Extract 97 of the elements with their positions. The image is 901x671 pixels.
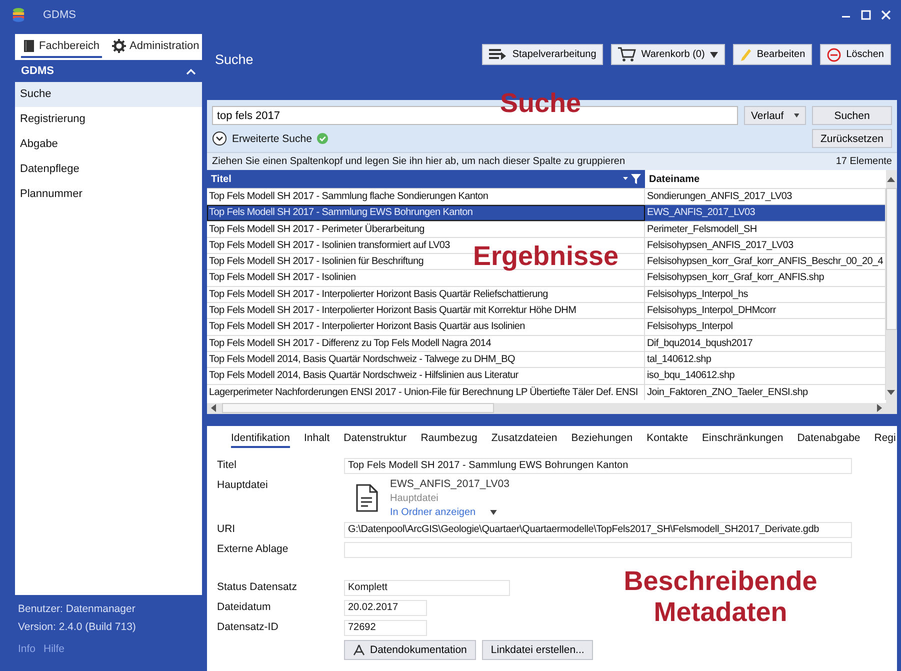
date-field[interactable]: 20.02.2017 [344, 600, 427, 616]
scrollbar-thumb[interactable] [886, 188, 897, 330]
field-label: URI [217, 522, 236, 536]
version-label: Version: 2.4.0 (Build 713) [18, 621, 137, 633]
table-cell: Top Fels Modell SH 2017 - Perimeter Überarbeitung [207, 222, 645, 237]
field-label: Datensatz-ID [217, 620, 280, 634]
table-cell: Top Fels Modell SH 2017 - Interpolierter Horizont Basis Quartär mit Korrektur Höhe DHM [207, 303, 645, 318]
action-button[interactable]: Datendokumentation [344, 640, 476, 660]
field-label: Dateidatum [217, 600, 272, 614]
table-row[interactable]: Top Fels Modell SH 2017 - Interpolierter Horizont Basis Quartär Reliefschattierung Felsisohyps_Interpol_hs [207, 286, 886, 302]
table-cell: EWS_ANFIS_2017_LV03 [645, 205, 886, 221]
sidebar-tab[interactable]: Fachbereich [21, 38, 102, 58]
show-in-folder-link[interactable]: In Ordner anzeigen [390, 506, 476, 518]
column-header[interactable]: Titel [207, 170, 645, 188]
toolbar-button[interactable]: Löschen [820, 44, 891, 65]
item-count: 17 Elemente [836, 156, 892, 167]
table-row[interactable]: Top Fels Modell 2014, Basis Quartär Nordschweiz - Talwege zu DHM_BQ tal_140612.shp [207, 350, 886, 368]
close-icon[interactable] [881, 10, 891, 20]
toolbar-button[interactable]: Bearbeiten [732, 44, 812, 65]
table-row[interactable]: Top Fels Modell 2014, Basis Quartär Nordschweiz - Hilfslinien aus Literatur iso_bqu_140612.shp [207, 367, 886, 384]
detail-tab[interactable]: Identifikation [231, 428, 290, 448]
scroll-down-icon[interactable] [887, 388, 896, 396]
advanced-search-link[interactable]: Erweiterte Suche [232, 132, 312, 144]
table-cell: Top Fels Modell SH 2017 - Interpolierter Horizont Basis Quartär aus Isolinien [207, 319, 645, 335]
uri-field[interactable]: G:\Datenpool\ArcGIS\Geologie\Quartaer\Quartaermodelle\TopFels2017_SH\Felsmodell_SH2017_Derivate.gdb [344, 522, 852, 538]
table-row[interactable]: Lagerperimeter Nachforderungen ENSI 2017 - Union-File für Berechnung LP Übertiefte Täler Def. ENSI Join_Faktoren_ZNO_Taeler_ENSI.shp [207, 384, 886, 400]
title-field[interactable]: Top Fels Modell SH 2017 - Sammlung EWS Bohrungen Kanton [344, 458, 852, 474]
reset-button[interactable]: Zurücksetzen [812, 129, 892, 148]
id-field[interactable]: 72692 [344, 620, 427, 636]
detail-tab[interactable]: Regi [874, 428, 896, 448]
detail-tab[interactable]: Kontakte [646, 428, 688, 448]
detail-tab[interactable]: Einschränkungen [702, 428, 784, 448]
sidebar-item[interactable]: Datenpflege [15, 157, 202, 182]
table-cell: Top Fels Modell SH 2017 - Differenz zu Top Fels Modell Nagra 2014 [207, 336, 645, 351]
batch-icon [489, 48, 508, 60]
field-label: Status Datensatz [217, 580, 298, 594]
window-title: GDMS [43, 9, 76, 21]
scroll-up-icon[interactable] [887, 176, 896, 184]
external-storage-field[interactable] [344, 542, 852, 558]
sidebar-item[interactable]: Suche [15, 82, 202, 107]
sidebar-item[interactable]: Registrierung [15, 107, 202, 132]
table-cell: Top Fels Modell 2014, Basis Quartär Nordschweiz - Hilfslinien aus Literatur [207, 368, 645, 384]
table-row[interactable]: Top Fels Modell SH 2017 - Differenz zu Top Fels Modell Nagra 2014 Dif_bqu2014_bqush2017 [207, 334, 886, 351]
detail-tab[interactable]: Beziehungen [571, 428, 633, 448]
chevron-up-icon [186, 68, 196, 74]
field-label: Titel [217, 458, 238, 472]
caret-icon[interactable] [710, 52, 718, 58]
detail-tab[interactable]: Datenstruktur [344, 428, 407, 448]
caret-icon[interactable] [490, 510, 497, 515]
table-row[interactable]: Top Fels Modell SH 2017 - Sammlung flache Sondierungen Kanton Sondierungen_ANFIS_2017_LV03 [207, 188, 886, 204]
section-header[interactable]: GDMS [15, 60, 202, 82]
table-cell: Lagerperimeter Nachforderungen ENSI 2017 - Union-File für Berechnung LP Übertiefte Täler Def. ENSI [207, 384, 645, 400]
sidebar-item[interactable]: Abgabe [15, 132, 202, 157]
status-field[interactable]: Komplett [344, 580, 510, 596]
detail-tab[interactable]: Raumbezug [420, 428, 478, 448]
toolbar-button[interactable]: Warenkorb (0) [611, 44, 725, 65]
action-button[interactable]: Linkdatei erstellen... [482, 640, 594, 660]
annotation-label: Beschreibende Metadaten [622, 566, 818, 628]
file-caption: Hauptdatei [390, 492, 440, 504]
document-icon [356, 484, 378, 512]
remove-icon [827, 48, 842, 62]
page-title: Suche [215, 52, 254, 67]
maximize-icon[interactable] [861, 10, 871, 20]
table-cell: Top Fels Modell SH 2017 - Interpolierter Horizont Basis Quartär Reliefschattierung [207, 286, 645, 302]
expand-circle-icon[interactable] [212, 131, 227, 146]
sidebar-tab[interactable]: Administration [110, 38, 202, 58]
app-logo-icon [12, 7, 25, 23]
table-row[interactable]: Top Fels Modell SH 2017 - Interpolierter Horizont Basis Quartär aus Isolinien Felsisohyps_Interpol [207, 318, 886, 335]
table-row[interactable]: Top Fels Modell SH 2017 - Perimeter Überarbeitung Perimeter_Felsmodell_SH [207, 220, 886, 237]
cart-icon [618, 47, 636, 62]
book-icon [23, 39, 35, 53]
user-label: Benutzer: Datenmanager [18, 603, 136, 615]
table-cell: Top Fels Modell SH 2017 - Sammlung EWS Bohrungen Kanton [207, 205, 645, 221]
table-cell: Top Fels Modell SH 2017 - Isolinien [207, 270, 645, 286]
detail-tab[interactable]: Inhalt [304, 428, 330, 448]
scroll-right-icon[interactable] [874, 404, 883, 412]
field-label: Externe Ablage [217, 542, 290, 556]
history-dropdown[interactable]: Verlauf [744, 106, 806, 125]
caret-icon [794, 113, 799, 118]
detail-tab[interactable]: Datenabgabe [797, 428, 860, 448]
field-label: Hauptdatei [217, 478, 269, 492]
toolbar-button[interactable]: Stapelverarbeitung [482, 44, 604, 65]
pencil-icon [740, 48, 752, 62]
file-name: EWS_ANFIS_2017_LV03 [390, 478, 510, 490]
search-button[interactable]: Suchen [812, 106, 892, 125]
filter-icon[interactable] [623, 174, 641, 184]
grouping-hint: Ziehen Sie einen Spaltenkopf und legen Sie ihn hier ab, um nach dieser Spalte zu gruppieren [212, 156, 626, 167]
scroll-left-icon[interactable] [210, 404, 218, 412]
column-header[interactable]: Dateiname [645, 170, 886, 188]
scrollbar-thumb[interactable] [222, 403, 494, 414]
table-cell: Top Fels Modell SH 2017 - Sammlung flache Sondierungen Kanton [207, 189, 645, 204]
sidebar-item[interactable]: Plannummer [15, 182, 202, 207]
table-row[interactable]: Top Fels Modell SH 2017 - Interpolierter Horizont Basis Quartär mit Korrektur Höhe DHM Felsisohyps_Interpol_DHMcorr [207, 302, 886, 318]
table-cell: Top Fels Modell 2014, Basis Quartär Nordschweiz - Talwege zu DHM_BQ [207, 352, 645, 368]
table-row[interactable]: Top Fels Modell SH 2017 - Sammlung EWS Bohrungen Kanton EWS_ANFIS_2017_LV03 [207, 204, 886, 221]
detail-tab[interactable]: Zusatzdateien [491, 428, 558, 448]
gear-icon [112, 39, 126, 53]
